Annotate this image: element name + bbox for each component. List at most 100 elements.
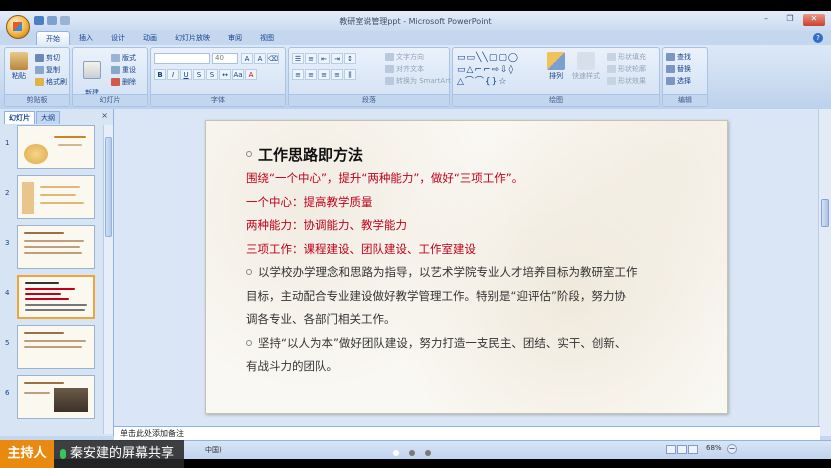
italic-icon[interactable]: I	[167, 69, 179, 80]
tab-home[interactable]: 开始	[36, 31, 70, 46]
decrease-indent-icon[interactable]: ⇤	[318, 53, 330, 64]
page-dot[interactable]	[425, 450, 431, 456]
slide-thumbnail-6[interactable]	[17, 375, 95, 419]
text-direction-button[interactable]: 文字方向	[385, 52, 424, 62]
delete-slide-button[interactable]: 删除	[111, 77, 136, 87]
scissors-icon	[35, 54, 44, 62]
bold-icon[interactable]: B	[154, 69, 166, 80]
paste-button[interactable]: 粘贴	[9, 52, 29, 81]
paste-icon	[10, 52, 28, 70]
find-button[interactable]: 查找	[666, 52, 691, 62]
window-title: 教研室说管理ppt - Microsoft PowerPoint	[339, 17, 492, 26]
copy-label: 复制	[46, 66, 60, 74]
help-icon[interactable]: ?	[813, 33, 823, 43]
main-scroll-thumb[interactable]	[821, 199, 829, 227]
slide-thumbnail-1[interactable]	[17, 125, 95, 169]
pane-close-icon[interactable]: ×	[101, 111, 108, 120]
increase-indent-icon[interactable]: ⇥	[331, 53, 343, 64]
numbering-icon[interactable]: ≡	[305, 53, 317, 64]
smartart-icon	[385, 77, 394, 85]
smartart-button[interactable]: 转换为 SmartArt	[385, 76, 451, 86]
cut-button[interactable]: 剪切	[35, 53, 60, 63]
change-case-icon[interactable]: Aa	[232, 69, 244, 80]
line-spacing-icon[interactable]: ↕	[344, 53, 356, 64]
shape-effects-button[interactable]: 形状效果	[607, 76, 646, 86]
thumb-contents-banner	[22, 182, 34, 214]
font-color-icon[interactable]: A	[245, 69, 257, 80]
quick-styles-label: 快速样式	[572, 72, 600, 80]
align-left-icon[interactable]: ≡	[292, 69, 304, 80]
arrange-button[interactable]: 排列	[545, 52, 567, 81]
align-text-icon	[385, 65, 394, 73]
tab-insert[interactable]: 插入	[70, 31, 102, 45]
shadow-icon[interactable]: S	[206, 69, 218, 80]
underline-icon[interactable]: U	[180, 69, 192, 80]
para1-line: 以学校办学理念和思路为指导，以艺术学院专业人才培养目标为教研室工作	[258, 265, 638, 279]
pane-scrollbar[interactable]	[103, 125, 113, 434]
slide-number: 6	[5, 389, 10, 397]
align-center-icon[interactable]: ≡	[305, 69, 317, 80]
para1-line: 调各专业、各部门相关工作。	[246, 312, 396, 326]
tab-review[interactable]: 审阅	[219, 31, 251, 45]
thumb-text-bar	[40, 194, 76, 196]
font-size-input[interactable]: 40	[212, 53, 238, 64]
bullets-icon[interactable]: ☰	[292, 53, 304, 64]
page-dot-active[interactable]	[393, 450, 399, 456]
shape-fill-label: 形状填充	[618, 53, 646, 61]
shrink-font-icon[interactable]: A	[254, 53, 266, 64]
pane-scroll-thumb[interactable]	[105, 137, 112, 237]
select-button[interactable]: 选择	[666, 76, 691, 86]
align-right-icon[interactable]: ≡	[318, 69, 330, 80]
tab-slideshow[interactable]: 幻灯片放映	[166, 31, 219, 45]
char-spacing-icon[interactable]: ↔	[219, 69, 231, 80]
tab-animations[interactable]: 动画	[134, 31, 166, 45]
slide-line-abilities: 两种能力：协调能力、教学能力	[246, 218, 407, 232]
minimize-icon[interactable]: –	[755, 14, 777, 26]
notes-pane[interactable]: 单击此处添加备注	[114, 426, 820, 440]
thumb-text-bar	[25, 298, 69, 300]
reset-button[interactable]: 重设	[111, 65, 136, 75]
shape-fill-button[interactable]: 形状填充	[607, 52, 646, 62]
columns-icon[interactable]: ⫼	[344, 69, 356, 80]
thumb-text-bar	[24, 392, 50, 394]
format-painter-label: 格式刷	[46, 78, 67, 86]
align-text-button[interactable]: 对齐文本	[385, 64, 424, 74]
slide-thumbnail-3[interactable]	[17, 225, 95, 269]
tab-slides[interactable]: 幻灯片	[4, 111, 35, 124]
slide-text-body[interactable]: 工作思路即方法 围绕“一个中心”，提升“两种能力”，做好“三项工作”。 一个中心…	[246, 141, 716, 379]
layout-button[interactable]: 版式	[111, 53, 136, 63]
find-label: 查找	[677, 53, 691, 61]
shapes-gallery[interactable]: ▭▭╲╲▢▢◯ ▭△⌐⌐⇨⇩◊ △⌒⌒{}☆	[457, 52, 533, 88]
format-painter-button[interactable]: 格式刷	[35, 77, 67, 87]
clear-format-icon[interactable]: ⌫	[267, 53, 279, 64]
strikethrough-icon[interactable]: S	[193, 69, 205, 80]
tab-view[interactable]: 视图	[251, 31, 283, 45]
effects-icon	[607, 77, 616, 85]
thumb-text-bar	[25, 288, 75, 290]
thumb-text-bar	[25, 293, 61, 295]
quick-styles-button[interactable]: 快速样式	[571, 52, 601, 81]
drawing-group-label: 绘图	[453, 94, 659, 106]
slides-group-label: 幻灯片	[73, 94, 147, 106]
copy-button[interactable]: 复制	[35, 65, 60, 75]
replace-button[interactable]: 替换	[666, 64, 691, 74]
page-dot[interactable]	[409, 450, 415, 456]
slide-thumbnail-4-selected[interactable]	[17, 275, 95, 319]
office-button[interactable]	[6, 15, 30, 39]
thumb-flower-image	[24, 144, 48, 164]
slide-thumbnail-2[interactable]	[17, 175, 95, 219]
font-name-input[interactable]	[154, 53, 210, 64]
justify-icon[interactable]: ≡	[331, 69, 343, 80]
tab-design[interactable]: 设计	[102, 31, 134, 45]
grow-font-icon[interactable]: A	[241, 53, 253, 64]
restore-icon[interactable]: ❐	[779, 14, 801, 26]
main-vertical-scrollbar[interactable]	[818, 109, 831, 436]
shape-outline-button[interactable]: 形状轮廓	[607, 64, 646, 74]
slide-thumbnail-5[interactable]	[17, 325, 95, 369]
text-direction-icon	[385, 53, 394, 61]
close-icon[interactable]: ✕	[803, 14, 825, 26]
current-slide[interactable]: 工作思路即方法 围绕“一个中心”，提升“两种能力”，做好“三项工作”。 一个中心…	[205, 120, 728, 414]
slide-number: 5	[5, 339, 10, 347]
editing-group-label: 编辑	[663, 94, 707, 106]
tab-outline[interactable]: 大纲	[36, 111, 60, 124]
